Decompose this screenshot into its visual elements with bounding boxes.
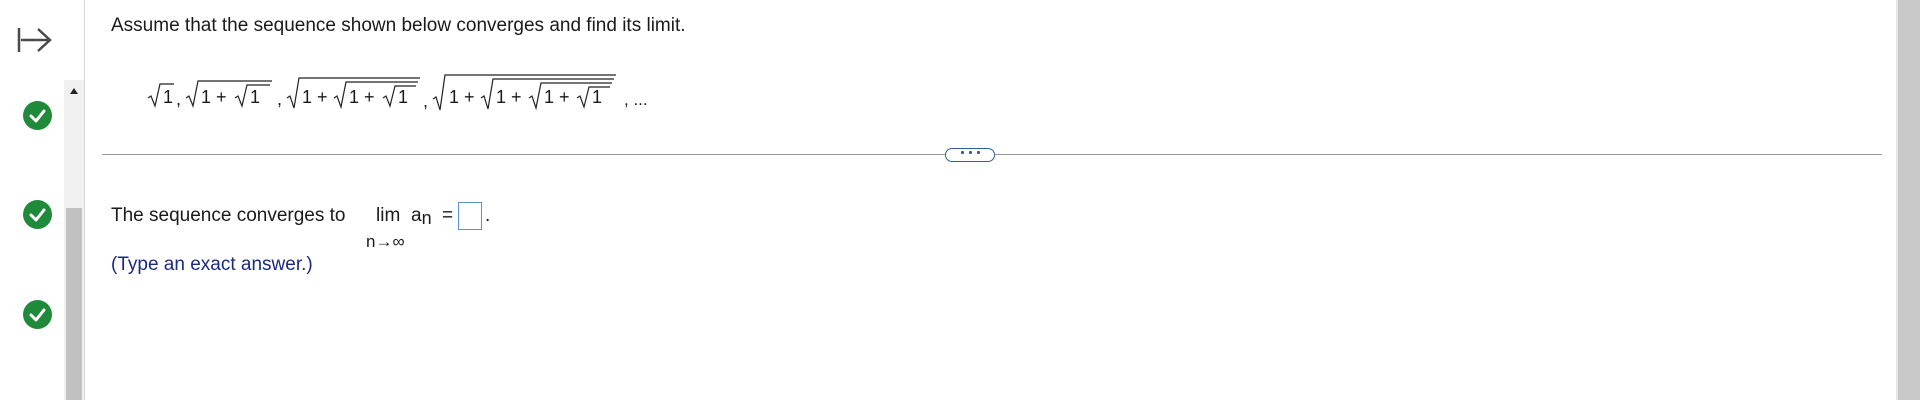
svg-text:1: 1 <box>250 87 260 107</box>
sequence-term-4: 1 + 1 + 1 + 1 <box>432 74 616 111</box>
scroll-up-arrow-icon[interactable] <box>64 80 84 102</box>
show-more-button[interactable] <box>945 148 995 162</box>
svg-text:1 +: 1 + <box>449 87 475 107</box>
question-1-check-icon[interactable] <box>23 101 52 130</box>
svg-text:,: , <box>176 89 181 109</box>
sequence-term-3: 1 + 1 + 1 , <box>286 77 428 111</box>
limit-word: lim <box>376 205 401 226</box>
sequence-term-an: an <box>411 205 432 228</box>
svg-text:1: 1 <box>592 87 602 107</box>
question-prompt: Assume that the sequence shown below con… <box>111 15 686 36</box>
sequence-ellipsis: , ... <box>624 90 648 109</box>
svg-text:,: , <box>277 89 282 109</box>
svg-text:1 +: 1 + <box>496 87 522 107</box>
answer-input[interactable] <box>458 202 482 230</box>
limit-subscript: n→∞ <box>366 232 405 251</box>
svg-text:,: , <box>423 91 428 111</box>
answer-hint: (Type an exact answer.) <box>111 254 313 275</box>
sequence-term-2: 1 + 1 , <box>185 80 282 109</box>
svg-text:1: 1 <box>163 87 173 107</box>
page-scrollbar[interactable] <box>1898 0 1920 400</box>
svg-text:1: 1 <box>398 87 408 107</box>
svg-text:1 +: 1 + <box>544 87 570 107</box>
equals-sign: = <box>442 205 454 226</box>
rail-divider <box>84 0 85 400</box>
rail-scrollbar-thumb[interactable] <box>66 208 82 400</box>
question-3-check-icon[interactable] <box>23 300 52 329</box>
svg-text:1 +: 1 + <box>302 87 328 107</box>
question-2-check-icon[interactable] <box>23 200 52 229</box>
expand-panel-icon[interactable] <box>16 24 56 56</box>
answer-period: . <box>485 205 491 226</box>
svg-text:1 +: 1 + <box>349 87 375 107</box>
sequence-expression: 1 , 1 + 1 , 1 + 1 + 1 , 1 + 1 + 1 + 1 , … <box>146 70 666 114</box>
sequence-term-1: 1 , <box>147 83 181 109</box>
answer-label: The sequence converges to <box>111 205 346 226</box>
svg-text:1 +: 1 + <box>201 87 227 107</box>
